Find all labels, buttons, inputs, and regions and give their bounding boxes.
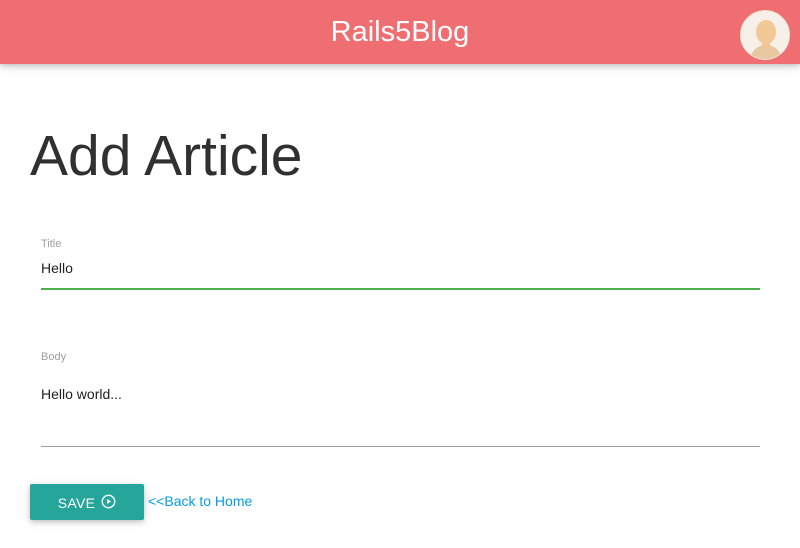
title-input[interactable]: [41, 256, 760, 290]
user-avatar-icon[interactable]: [740, 10, 790, 60]
save-button-label: Save: [57, 495, 96, 511]
body-textarea[interactable]: Hello world...: [41, 383, 760, 447]
brand-logo[interactable]: Rails5Blog: [0, 14, 800, 50]
save-button[interactable]: Save: [30, 484, 144, 520]
play-circle-icon: [101, 494, 116, 509]
page-title: Add Article: [30, 124, 303, 188]
body-label: Body: [41, 351, 67, 363]
title-label: Title: [41, 238, 62, 250]
top-navbar: Rails5Blog: [0, 0, 800, 64]
back-to-home-link[interactable]: <<Back to Home: [148, 493, 252, 509]
